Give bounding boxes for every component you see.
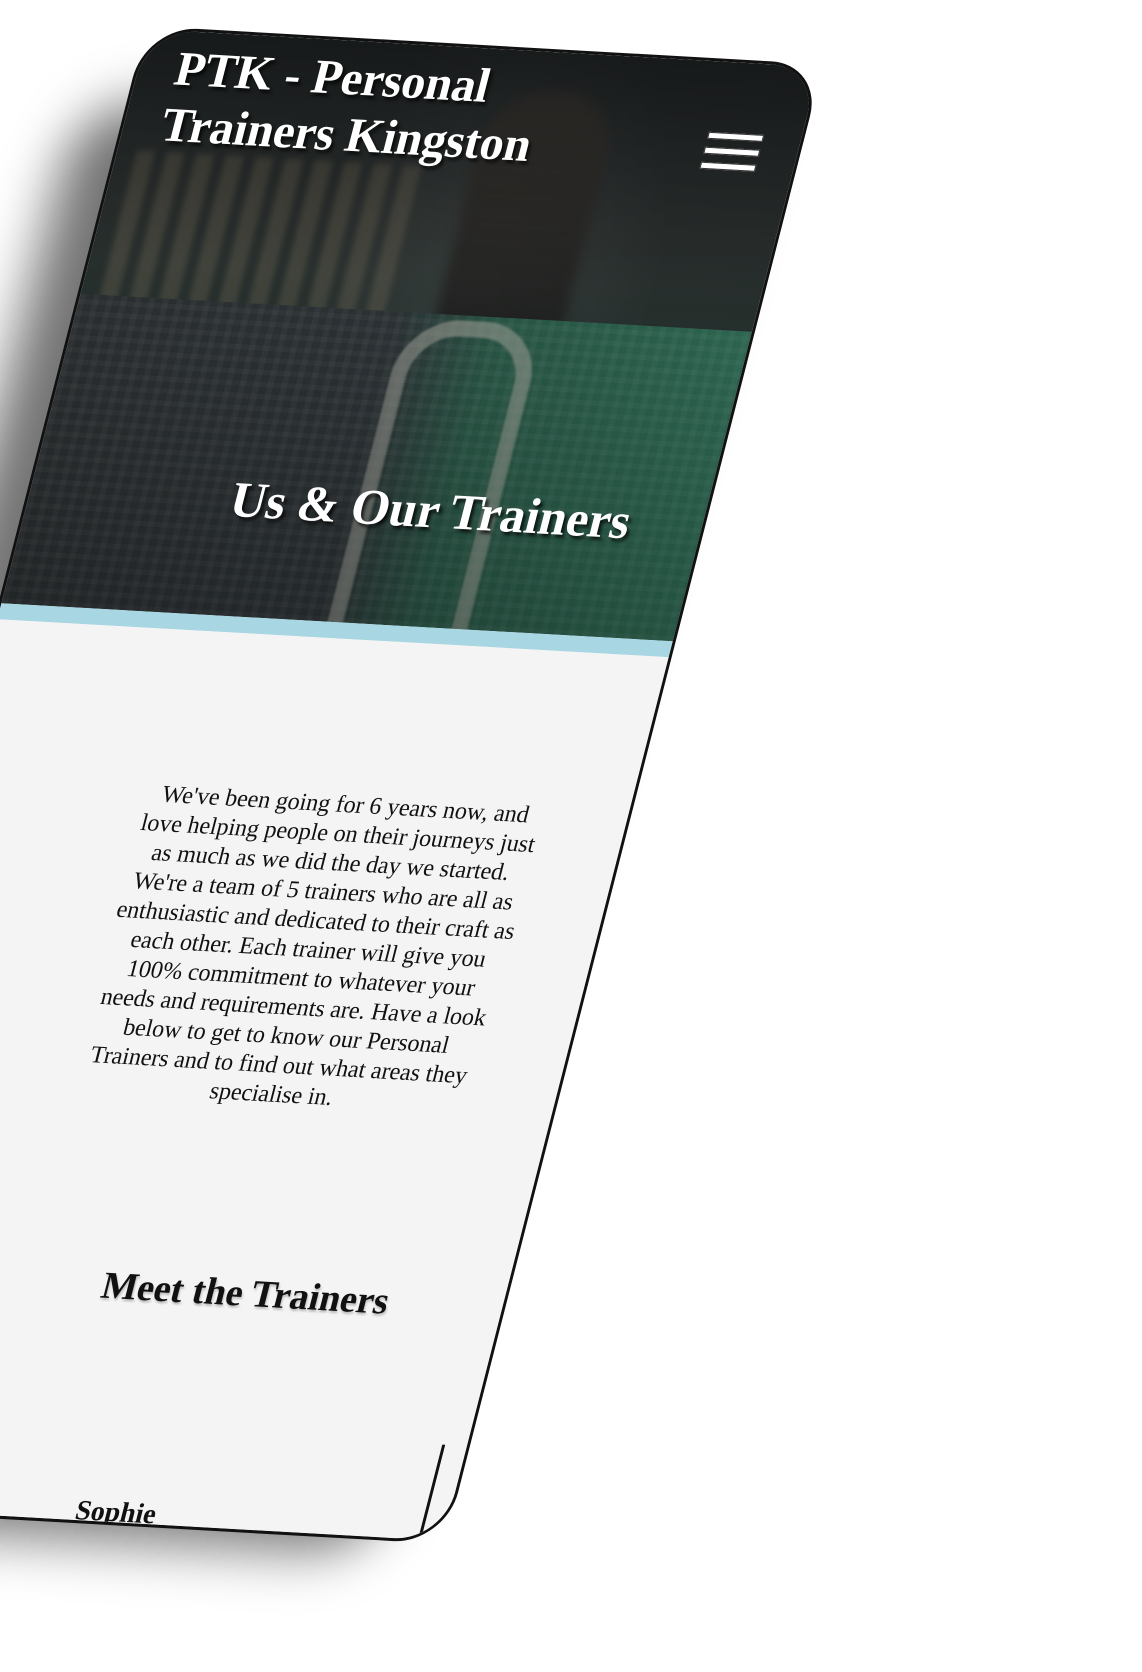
main-content: We've been going for 6 years now, and lo… xyxy=(0,619,669,1544)
phone-frame: PTK - Personal Trainers Kingston Us & Ou… xyxy=(0,26,824,1544)
hero-banner: PTK - Personal Trainers Kingston Us & Ou… xyxy=(1,29,820,642)
phone-screen: PTK - Personal Trainers Kingston Us & Ou… xyxy=(0,29,820,1544)
menu-bar-bottom xyxy=(699,161,757,172)
hamburger-menu-icon[interactable] xyxy=(698,131,765,179)
trainers-heading: Meet the Trainers xyxy=(97,1264,394,1323)
mockup-stage: PTK - Personal Trainers Kingston Us & Ou… xyxy=(0,0,1142,1672)
about-paragraph: We've been going for 6 years now, and lo… xyxy=(87,781,539,1112)
menu-bar-middle xyxy=(703,146,761,157)
